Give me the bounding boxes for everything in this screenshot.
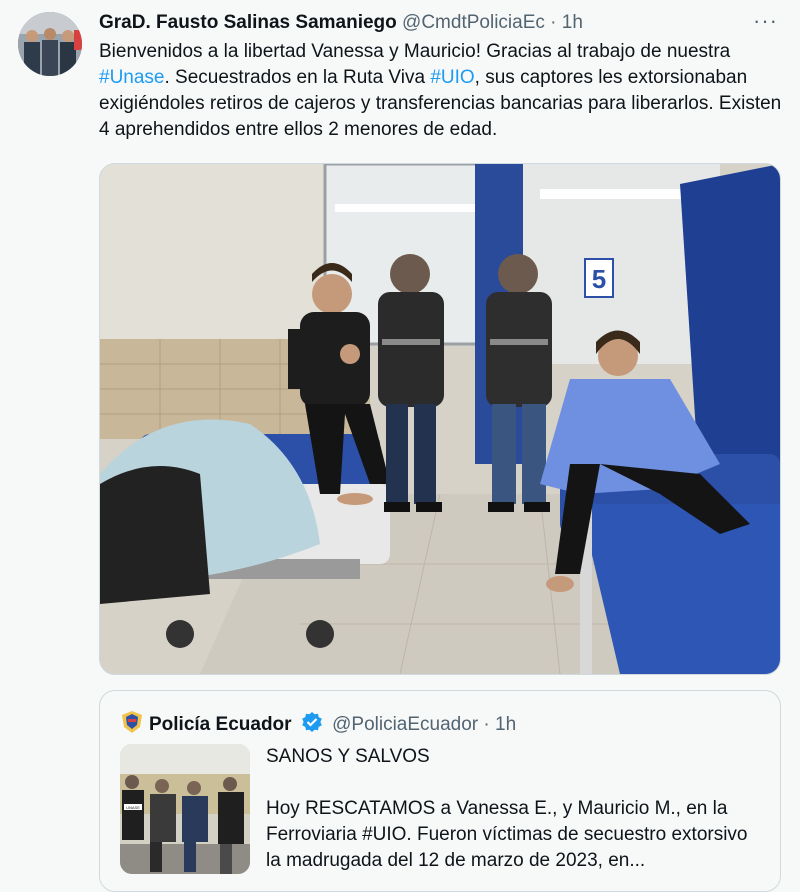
quoted-tweet-thumbnail[interactable]: UNASE <box>120 744 250 874</box>
author-avatar[interactable] <box>18 12 82 76</box>
hashtag-uio[interactable]: #UIO <box>430 67 474 88</box>
tweet-header: GraD. Fausto Salinas Samaniego @CmdtPoli… <box>99 12 583 34</box>
author-name[interactable]: GraD. Fausto Salinas Samaniego <box>99 12 397 33</box>
quoted-tweet-body: Hoy RESCATAMOS a Vanessa E., y Mauricio … <box>266 798 748 871</box>
tweet-text-part: . Secuestrados en la Ruta Viva <box>164 67 431 88</box>
hospital-room-photo: 5 <box>100 164 780 674</box>
quoted-tweet-title: SANOS Y SALVOS <box>266 746 430 767</box>
separator-dot: · <box>550 12 557 33</box>
verified-badge-icon <box>302 712 322 732</box>
arrest-photo: UNASE <box>120 744 250 874</box>
tweet-text: Bienvenidos a la libertad Vanessa y Maur… <box>99 39 789 143</box>
quoted-author-handle[interactable]: @PoliciaEcuador <box>332 714 478 735</box>
quoted-author-name[interactable]: Policía Ecuador <box>149 714 292 735</box>
separator-dot: · <box>483 714 490 735</box>
unase-vest-label: UNASE <box>126 805 140 810</box>
tweet-photo[interactable]: 5 <box>99 163 781 675</box>
quoted-tweet-time[interactable]: 1h <box>495 714 516 735</box>
quoted-tweet[interactable]: Policía Ecuador @PoliciaEcuador · 1h UNA… <box>99 690 781 892</box>
tweet: GraD. Fausto Salinas Samaniego @CmdtPoli… <box>0 0 800 892</box>
tweet-text-part: Bienvenidos a la libertad Vanessa y Maur… <box>99 41 731 62</box>
hashtag-unase[interactable]: #Unase <box>99 67 165 88</box>
more-options-icon[interactable]: ··· <box>753 8 778 34</box>
police-badge-icon <box>122 711 142 733</box>
author-handle[interactable]: @CmdtPoliciaEc <box>402 12 545 33</box>
tweet-time[interactable]: 1h <box>562 12 583 33</box>
quoted-tweet-header: Policía Ecuador @PoliciaEcuador · 1h <box>149 711 516 736</box>
bed-number-sign: 5 <box>592 264 606 294</box>
